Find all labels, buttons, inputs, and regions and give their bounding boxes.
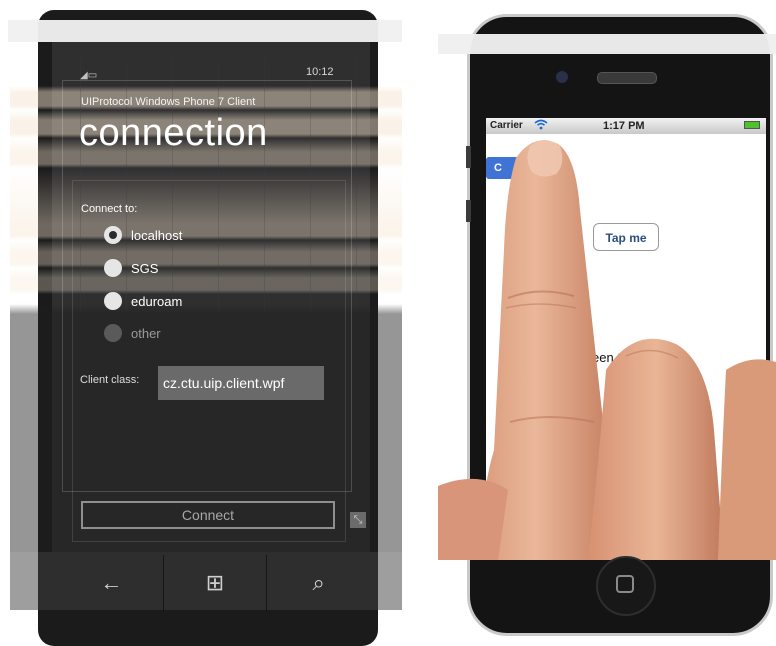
radio-selected-icon bbox=[104, 226, 122, 244]
ip-top-glare bbox=[438, 34, 776, 54]
search-icon[interactable]: ⌕ bbox=[266, 555, 370, 611]
radio-other[interactable]: other bbox=[104, 322, 314, 344]
radio-localhost[interactable]: localhost bbox=[104, 224, 314, 246]
signal-icon: ◢▭ bbox=[80, 70, 98, 81]
radio-label: other bbox=[131, 325, 161, 341]
radio-icon bbox=[104, 292, 122, 310]
connect-button[interactable]: Connect bbox=[81, 501, 335, 529]
connect-to-label: Connect to: bbox=[81, 203, 138, 215]
radio-icon bbox=[104, 259, 122, 277]
speaker-grille bbox=[597, 72, 657, 84]
resize-icon: ⤡ bbox=[350, 512, 366, 528]
app-title: UIProtocol Windows Phone 7 Client bbox=[81, 96, 256, 108]
radio-eduroam[interactable]: eduroam bbox=[104, 290, 314, 312]
home-square-icon bbox=[616, 575, 634, 593]
client-class-input[interactable]: cz.ctu.uip.client.wpf bbox=[158, 366, 324, 400]
wp-status-time: 10:12 bbox=[306, 66, 334, 78]
radio-label: localhost bbox=[131, 227, 183, 243]
camera-icon bbox=[556, 71, 568, 83]
radio-sgs[interactable]: SGS bbox=[104, 257, 314, 279]
back-icon[interactable]: ← bbox=[60, 555, 163, 611]
wp-hardware-nav: ← ⊞ ⌕ bbox=[60, 555, 370, 611]
page-title: connection bbox=[79, 112, 268, 154]
radio-label: SGS bbox=[131, 260, 159, 276]
radio-icon bbox=[104, 324, 122, 342]
client-class-label: Client class: bbox=[80, 374, 140, 386]
radio-label: eduroam bbox=[131, 293, 183, 309]
windows-start-icon[interactable]: ⊞ bbox=[162, 555, 267, 611]
hand-finger-image bbox=[438, 140, 776, 560]
battery-icon bbox=[744, 121, 760, 129]
wp-top-glare bbox=[8, 20, 402, 42]
